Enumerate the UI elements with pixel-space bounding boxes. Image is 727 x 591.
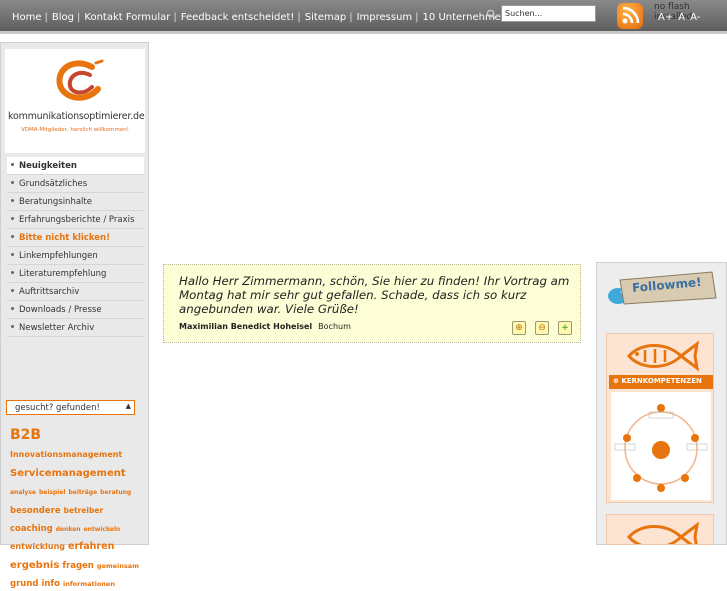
- logo[interactable]: kommunikationsoptimierer.de VDMA-Mitglie…: [5, 49, 145, 153]
- bullet-icon: [11, 163, 14, 166]
- bullet-icon: [11, 325, 14, 328]
- kernkompetenzen-label: KERNKOMPETENZEN: [621, 377, 702, 385]
- search-icon[interactable]: [486, 9, 497, 20]
- bullet-icon: [11, 253, 14, 256]
- tag-link[interactable]: beispiel: [39, 489, 65, 497]
- nav-feedback[interactable]: Feedback entscheidet!: [181, 12, 295, 23]
- nav-separator: |: [77, 12, 81, 23]
- font-normal-button[interactable]: A: [678, 12, 685, 23]
- sidebar-menu: Neuigkeiten Grundsätzliches Beratungsinh…: [7, 157, 144, 337]
- bullet-icon: [11, 289, 14, 292]
- bullet-icon: [11, 181, 14, 184]
- menu-item-bitte-nicht-klicken[interactable]: Bitte nicht klicken!: [7, 229, 144, 247]
- tag-link[interactable]: besondere: [10, 506, 61, 517]
- fish-logo-icon: [627, 340, 700, 372]
- rss-icon[interactable]: [617, 3, 643, 29]
- logo-tagline: VDMA-Mitglieder, herzlich willkommen!: [21, 127, 129, 133]
- nav-separator: |: [173, 12, 177, 23]
- tag-link[interactable]: B2B: [10, 427, 41, 443]
- tag-link[interactable]: ergebnis: [10, 560, 59, 572]
- logo-swoosh-icon: [56, 59, 104, 101]
- bullet-icon: [11, 271, 14, 274]
- menu-item-neuigkeiten[interactable]: Neuigkeiten: [7, 157, 144, 175]
- chevron-up-icon: ▲: [125, 402, 131, 410]
- menu-item-literaturempfehlung[interactable]: Literaturempfehlung: [7, 265, 144, 283]
- top-navigation: Home | Blog | Kontakt Formular | Feedback ents…: [12, 12, 538, 23]
- tag-link[interactable]: grund: [10, 579, 38, 590]
- tag-link[interactable]: denken: [56, 526, 81, 534]
- nav-separator: |: [297, 12, 301, 23]
- font-increase-button[interactable]: A+: [658, 12, 673, 23]
- menu-item-downloads-presse[interactable]: Downloads / Presse: [7, 301, 144, 319]
- menu-item-label: Linkempfehlungen: [19, 251, 98, 261]
- tag-link[interactable]: coaching: [10, 524, 53, 535]
- kernkompetenzen-widget[interactable]: ⊕ KERNKOMPETENZEN: [606, 333, 714, 503]
- menu-item-label: Bitte nicht klicken!: [19, 233, 110, 243]
- nav-sitemap[interactable]: Sitemap: [305, 12, 346, 23]
- tag-filter-value: gesucht? gefunden!: [15, 403, 100, 413]
- tag-link[interactable]: Servicemanagement: [10, 468, 126, 480]
- testimonial-quote: Hallo Herr Zimmermann, schön, Sie hier z…: [179, 274, 570, 316]
- nav-separator: |: [415, 12, 419, 23]
- add-icon[interactable]: +: [558, 321, 572, 335]
- tag-link[interactable]: informationen: [63, 580, 115, 588]
- kernkompetenzen-title: ⊕ KERNKOMPETENZEN: [609, 375, 713, 389]
- menu-item-label: Auftrittsarchiv: [19, 287, 80, 297]
- menu-item-beratungsinhalte[interactable]: Beratungsinhalte: [7, 193, 144, 211]
- nav-home[interactable]: Home: [12, 12, 42, 23]
- menu-item-label: Neuigkeiten: [19, 161, 77, 171]
- menu-item-label: Beratungsinhalte: [19, 197, 92, 207]
- font-size-controls: A+ A A-: [658, 12, 705, 23]
- tag-link[interactable]: entwicklung: [10, 542, 65, 551]
- nav-blog[interactable]: Blog: [52, 12, 74, 23]
- menu-item-newsletter-archiv[interactable]: Newsletter Archiv: [7, 319, 144, 337]
- logo-name: kommunikationsoptimierer.de: [8, 111, 145, 122]
- zoom-out-icon[interactable]: ⊖: [535, 321, 549, 335]
- tag-link[interactable]: betreiber: [64, 506, 104, 516]
- kernkompetenzen-widget-2[interactable]: [606, 514, 714, 545]
- tag-link[interactable]: Innovationsmanagement: [10, 450, 122, 459]
- bullet-icon: [11, 235, 14, 238]
- bullet-icon: [11, 199, 14, 202]
- menu-item-erfahrungsberichte[interactable]: Erfahrungsberichte / Praxis: [7, 211, 144, 229]
- tag-link[interactable]: gemeinsam: [97, 562, 139, 570]
- menu-item-label: Downloads / Presse: [19, 305, 102, 315]
- menu-item-grundsaetzliches[interactable]: Grundsätzliches: [7, 175, 144, 193]
- tag-filter-select[interactable]: gesucht? gefunden! ▲: [6, 400, 135, 415]
- tag-link[interactable]: entwickeln: [84, 526, 121, 534]
- nav-separator: |: [44, 12, 48, 23]
- menu-item-linkempfehlungen[interactable]: Linkempfehlungen: [7, 247, 144, 265]
- menu-item-label: Literaturempfehlung: [19, 269, 107, 279]
- nav-separator: |: [349, 12, 353, 23]
- tag-link[interactable]: beiträge: [68, 489, 97, 497]
- testimonial-box: Hallo Herr Zimmermann, schön, Sie hier z…: [163, 264, 581, 343]
- testimonial-author: Maximilian Benedict Hoheisel Bochum: [179, 322, 351, 331]
- bullet-icon: [11, 307, 14, 310]
- tag-link[interactable]: info: [41, 579, 60, 590]
- menu-item-label: Erfahrungsberichte / Praxis: [19, 215, 135, 225]
- tag-link[interactable]: analyse: [10, 489, 36, 497]
- author-name: Maximilian Benedict Hoheisel: [179, 322, 313, 331]
- nav-impressum[interactable]: Impressum: [357, 12, 413, 23]
- tag-cloud: B2B Innovationsmanagement Servicemanagemen…: [10, 425, 142, 591]
- zoom-in-icon[interactable]: ⊕: [512, 321, 526, 335]
- kernkompetenzen-diagram: [611, 392, 711, 500]
- nav-kontakt-formular[interactable]: Kontakt Formular: [84, 12, 170, 23]
- fish-logo-icon: [627, 521, 700, 544]
- bullet-icon: [11, 217, 14, 220]
- font-decrease-button[interactable]: A-: [690, 12, 700, 23]
- tag-link[interactable]: beratung: [100, 489, 131, 497]
- followme-badge[interactable]: Followme!: [606, 270, 719, 310]
- tag-link[interactable]: erfahren: [68, 541, 114, 553]
- sidebar: kommunikationsoptimierer.de VDMA-Mitglie…: [0, 42, 149, 589]
- menu-item-auftrittsarchiv[interactable]: Auftrittsarchiv: [7, 283, 144, 301]
- menu-item-label: Grundsätzliches: [19, 179, 88, 189]
- tag-link[interactable]: fragen: [62, 561, 94, 572]
- top-bar: Home | Blog | Kontakt Formular | Feedback ents…: [0, 0, 727, 34]
- search-input[interactable]: [501, 5, 596, 22]
- author-location: Bochum: [318, 322, 351, 331]
- menu-item-label: Newsletter Archiv: [19, 323, 95, 333]
